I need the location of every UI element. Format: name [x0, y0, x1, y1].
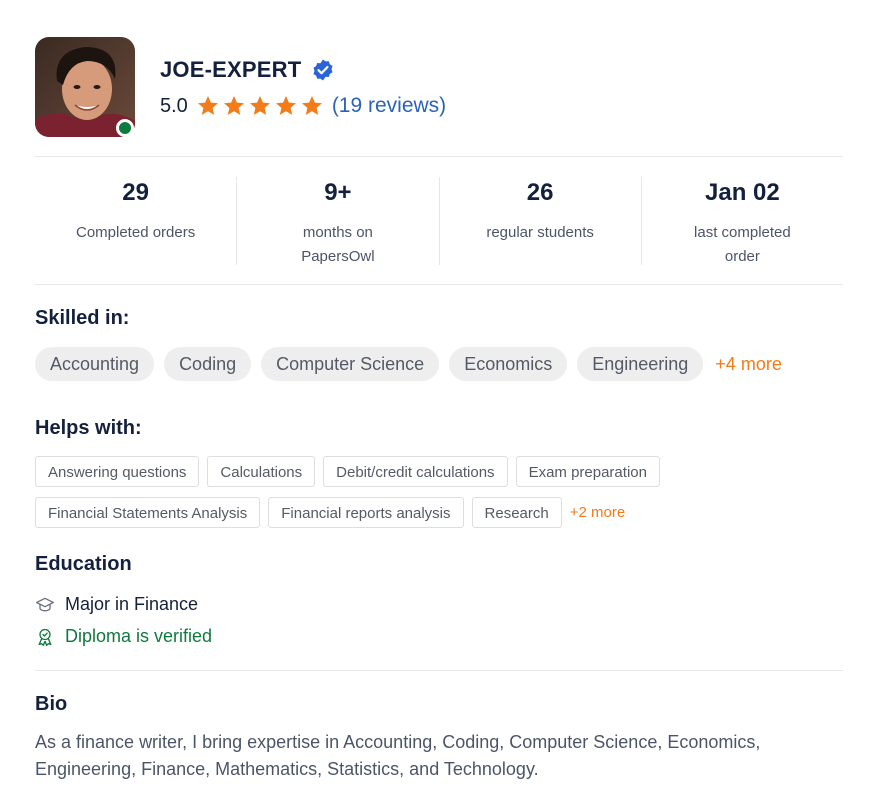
stat-completed-orders: 29 Completed orders: [35, 177, 238, 265]
education-heading: Education: [35, 553, 132, 575]
name-row: JOE-EXPERT: [160, 57, 335, 83]
stat-value: 9+: [324, 179, 352, 206]
stat-last-completed-order: Jan 02 last completed order: [642, 177, 843, 265]
education-major: Major in Finance: [65, 594, 199, 614]
skill-chip[interactable]: Accounting: [35, 347, 155, 381]
divider: [35, 284, 843, 285]
stat-label: months on PapersOwl: [301, 224, 375, 265]
bio-heading: Bio: [35, 693, 68, 715]
helps-more-link[interactable]: +2 more: [570, 504, 625, 521]
skills-list: Accounting Coding Computer Science Econo…: [35, 347, 782, 381]
rating-value: 5.0: [160, 94, 188, 117]
stat-months-on-site: 9+ months on PapersOwl: [237, 177, 440, 265]
divider: [35, 156, 843, 157]
star-icon: [275, 96, 296, 115]
help-chip[interactable]: Research: [471, 497, 562, 528]
award-ribbon-icon: [38, 628, 52, 646]
helps-list-row-2: Financial Statements Analysis Financial …: [35, 497, 625, 528]
skill-chip[interactable]: Computer Science: [261, 347, 440, 381]
education-verified-row: Diploma is verified: [35, 626, 212, 647]
reviews-link[interactable]: (19 reviews): [332, 94, 446, 118]
stat-label: Completed orders: [76, 224, 196, 241]
skill-chip[interactable]: Economics: [449, 347, 568, 381]
divider: [35, 670, 843, 671]
star-icon: [301, 96, 322, 115]
rating-row: 5.0 (19 reviews): [160, 94, 446, 118]
graduation-cap-icon: [36, 597, 54, 612]
bio-text: As a finance writer, I bring expertise i…: [35, 732, 761, 779]
skill-chip[interactable]: Engineering: [577, 347, 704, 381]
help-chip[interactable]: Answering questions: [35, 456, 200, 487]
help-chip[interactable]: Financial reports analysis: [268, 497, 464, 528]
star-rating: [196, 94, 326, 118]
star-icon: [197, 96, 218, 115]
expert-profile-card: JOE-EXPERT 5.0 (19 reviews) 29 Completed…: [0, 0, 872, 785]
profile-header: JOE-EXPERT 5.0 (19 reviews): [35, 37, 843, 137]
skills-more-link[interactable]: +4 more: [715, 354, 782, 375]
help-chip[interactable]: Financial Statements Analysis: [35, 497, 261, 528]
stat-value: 26: [526, 179, 554, 206]
help-chip[interactable]: Exam preparation: [515, 456, 660, 487]
helps-with-heading: Helps with:: [35, 417, 142, 439]
star-icon: [223, 96, 244, 115]
diploma-verified-text: Diploma is verified: [65, 626, 213, 646]
stats-row: 29 Completed orders 9+ months on PapersO…: [35, 177, 843, 265]
star-icon: [249, 96, 270, 115]
stat-regular-students: 26 regular students: [440, 177, 642, 265]
verified-badge-icon: [313, 59, 333, 81]
skilled-in-heading: Skilled in:: [35, 307, 130, 329]
help-chip[interactable]: Debit/credit calculations: [323, 456, 508, 487]
expert-name: JOE-EXPERT: [160, 57, 302, 82]
stat-label: last completed order: [694, 224, 791, 265]
skill-chip[interactable]: Coding: [164, 347, 252, 381]
education-major-row: Major in Finance: [35, 594, 198, 615]
online-status-indicator: [116, 119, 134, 137]
help-chip[interactable]: Calculations: [207, 456, 316, 487]
avatar[interactable]: [35, 37, 135, 137]
helps-list-row-1: Answering questions Calculations Debit/c…: [35, 456, 668, 487]
stat-value: Jan 02: [705, 179, 780, 206]
stat-value: 29: [122, 179, 149, 206]
stat-label: regular students: [486, 224, 594, 241]
